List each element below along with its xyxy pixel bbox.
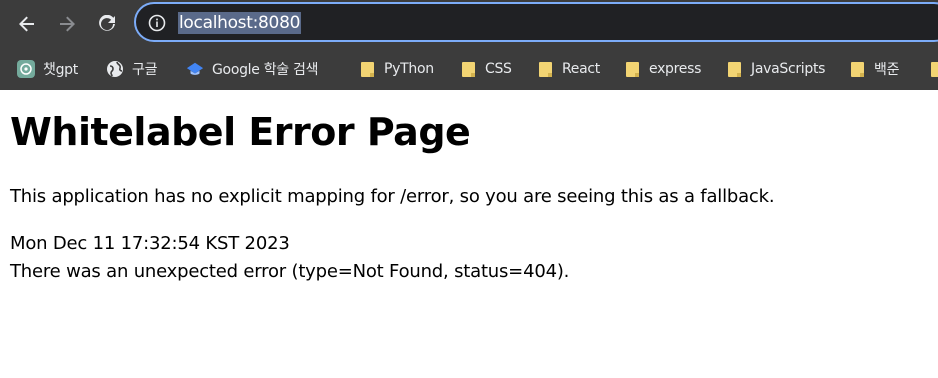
bookmark-google-scholar[interactable]: Google 학술 검색 bbox=[186, 56, 319, 82]
folder-icon bbox=[848, 60, 866, 78]
bookmark-chatgpt[interactable]: 챗gpt bbox=[17, 56, 78, 82]
graduation-cap-icon bbox=[186, 60, 204, 78]
address-bar[interactable]: localhost:8080 bbox=[134, 2, 938, 42]
folder-icon bbox=[358, 60, 376, 78]
globe-icon bbox=[106, 60, 124, 78]
arrow-left-icon bbox=[19, 16, 34, 32]
bookmark-folder-python[interactable]: PyThon bbox=[358, 56, 434, 82]
folder-icon bbox=[459, 60, 477, 78]
bookmark-label: React bbox=[562, 61, 600, 77]
page-content: Whitelabel Error Page This application h… bbox=[0, 90, 938, 378]
bookmark-google[interactable]: 구글 bbox=[106, 56, 157, 82]
chatgpt-icon bbox=[17, 60, 35, 78]
bookmark-folder-css[interactable]: CSS bbox=[459, 56, 512, 82]
bookmark-label: 백준 bbox=[874, 62, 900, 78]
reload-icon bbox=[99, 15, 115, 31]
info-icon[interactable] bbox=[148, 14, 166, 32]
folder-icon bbox=[536, 60, 554, 78]
folder-icon bbox=[928, 60, 938, 78]
bookmark-folder-javascripts[interactable]: JavaScripts bbox=[725, 56, 825, 82]
arrow-right-icon bbox=[60, 16, 75, 32]
bookmark-label: JavaScripts bbox=[751, 61, 826, 77]
error-timestamp: Mon Dec 11 17:32:54 KST 2023 bbox=[10, 233, 290, 254]
bookmark-folder-react[interactable]: React bbox=[536, 56, 600, 82]
forward-button[interactable] bbox=[51, 8, 83, 40]
bookmark-folder-overflow[interactable] bbox=[928, 56, 938, 82]
bookmark-folder-express[interactable]: express bbox=[623, 56, 701, 82]
back-button[interactable] bbox=[11, 8, 43, 40]
bookmark-folder-baekjoon[interactable]: 백준 bbox=[848, 56, 899, 82]
browser-toolbar: localhost:8080 bbox=[0, 0, 938, 48]
error-detail: There was an unexpected error (type=Not … bbox=[10, 261, 570, 282]
error-explanation: This application has no explicit mapping… bbox=[10, 186, 775, 207]
url-text[interactable]: localhost:8080 bbox=[178, 12, 302, 34]
bookmark-label: 챗gpt bbox=[43, 62, 78, 78]
reload-button[interactable] bbox=[91, 8, 123, 40]
browser-chrome: localhost:8080 챗gpt 구글 Google 학술 검색 PyTh… bbox=[0, 0, 938, 90]
page-title: Whitelabel Error Page bbox=[10, 110, 471, 154]
bookmarks-bar: 챗gpt 구글 Google 학술 검색 PyThon CSS React ex… bbox=[0, 48, 938, 90]
bookmark-label: CSS bbox=[485, 61, 512, 77]
bookmark-label: PyThon bbox=[384, 61, 434, 77]
folder-icon bbox=[623, 60, 641, 78]
bookmark-label: express bbox=[649, 61, 702, 77]
bookmark-label: 구글 bbox=[132, 62, 158, 78]
bookmark-label: Google 학술 검색 bbox=[212, 62, 319, 78]
folder-icon bbox=[725, 60, 743, 78]
